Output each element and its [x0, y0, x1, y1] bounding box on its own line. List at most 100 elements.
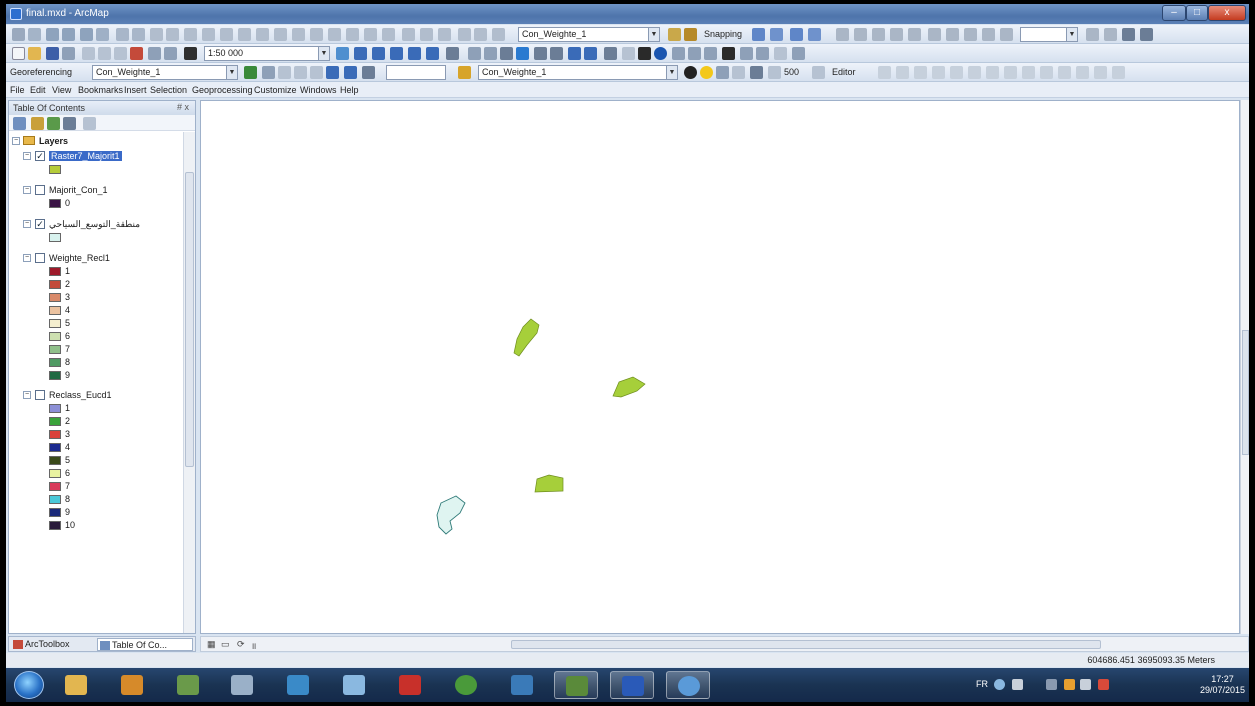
tool-icon[interactable] — [310, 28, 323, 41]
refresh-icon[interactable]: ⟳ — [237, 639, 245, 650]
toc-window-icon[interactable] — [354, 47, 367, 60]
tool-icon[interactable] — [438, 28, 451, 41]
legend-class[interactable]: 2 — [9, 278, 179, 292]
layer-visibility-checkbox[interactable] — [35, 185, 45, 195]
layer-visibility-checkbox[interactable]: ✓ — [35, 151, 45, 161]
open-folder-icon[interactable] — [28, 47, 41, 60]
edit-tool-icon[interactable] — [1112, 66, 1125, 79]
georeferencing-menu[interactable]: Georeferencing — [10, 67, 72, 77]
edit-tool-icon[interactable] — [878, 66, 891, 79]
tool-icon[interactable] — [908, 28, 921, 41]
tool-icon[interactable] — [166, 28, 179, 41]
tool-icon[interactable] — [1000, 28, 1013, 41]
tool-icon[interactable] — [202, 28, 215, 41]
collapse-icon[interactable]: − — [23, 220, 31, 228]
start-button[interactable] — [14, 671, 44, 699]
image-analysis-icon[interactable] — [458, 66, 471, 79]
tool-icon[interactable] — [872, 28, 885, 41]
tool-icon[interactable] — [80, 28, 93, 41]
tool-icon[interactable] — [364, 28, 377, 41]
rotate-icon[interactable] — [362, 66, 375, 79]
tool-icon[interactable] — [12, 28, 25, 41]
flicker-rate-icon[interactable] — [768, 66, 781, 79]
menu-help[interactable]: Help — [340, 85, 359, 95]
georef-tool-icon[interactable] — [278, 66, 291, 79]
tool-icon[interactable] — [420, 28, 433, 41]
legend-class[interactable] — [9, 163, 179, 177]
copy-icon[interactable] — [98, 47, 111, 60]
collapse-icon[interactable]: − — [12, 137, 20, 145]
paste-icon[interactable] — [114, 47, 127, 60]
brightness-icon[interactable] — [700, 66, 713, 79]
transparency-icon[interactable] — [716, 66, 729, 79]
taskbar-app[interactable] — [332, 671, 376, 699]
snap-icon[interactable] — [770, 28, 783, 41]
legend-class[interactable]: 7 — [9, 343, 179, 357]
collapse-icon[interactable]: − — [23, 152, 31, 160]
legend-class[interactable]: 9 — [9, 506, 179, 520]
menu-edit[interactable]: Edit — [30, 85, 46, 95]
select-elements-icon[interactable] — [638, 47, 651, 60]
editor-menu[interactable]: Editor — [832, 67, 856, 77]
tool-icon[interactable] — [116, 28, 129, 41]
tool-icon[interactable] — [46, 28, 59, 41]
goto-xy-icon[interactable] — [756, 47, 769, 60]
layer-select-1[interactable]: Con_Weighte_1 ▼ — [518, 27, 660, 42]
snap-icon[interactable] — [808, 28, 821, 41]
link-table-icon[interactable] — [326, 66, 339, 79]
tool-icon[interactable] — [928, 28, 941, 41]
menu-file[interactable]: File — [10, 85, 25, 95]
tool-icon[interactable] — [238, 28, 251, 41]
tool-icon[interactable] — [346, 28, 359, 41]
zoom-out-icon[interactable] — [484, 47, 497, 60]
tray-icon[interactable] — [1012, 679, 1023, 690]
tool-icon[interactable] — [328, 28, 341, 41]
map-scale-select[interactable]: 1:50 000 ▼ — [204, 46, 330, 61]
legend-class[interactable]: 4 — [9, 304, 179, 318]
legend-class[interactable]: 5 — [9, 454, 179, 468]
collapse-icon[interactable]: − — [23, 254, 31, 262]
layer-majorit-con-1[interactable]: − Majorit_Con_1 — [9, 183, 179, 197]
collapse-icon[interactable]: − — [23, 186, 31, 194]
tool-icon[interactable] — [62, 28, 75, 41]
maximize-button[interactable]: □ — [1186, 5, 1208, 21]
editor-toolbar-icon[interactable] — [336, 47, 349, 60]
pause-drawing-icon[interactable]: ॥ — [251, 639, 256, 652]
snap-icon[interactable] — [752, 28, 765, 41]
print-icon[interactable] — [62, 47, 75, 60]
edit-tool-icon[interactable] — [1022, 66, 1035, 79]
tab-table-of-contents[interactable]: Table Of Co... — [97, 638, 193, 651]
taskbar-word[interactable] — [610, 671, 654, 699]
edit-tool-icon[interactable] — [932, 66, 945, 79]
edit-tool-icon[interactable] — [1094, 66, 1107, 79]
snapping-menu[interactable]: Snapping — [704, 29, 742, 39]
map-display[interactable] — [200, 100, 1240, 634]
forward-extent-icon[interactable] — [584, 47, 597, 60]
toc-window-controls[interactable]: # x — [177, 102, 189, 112]
taskbar-app[interactable] — [500, 671, 544, 699]
tool-icon[interactable] — [220, 28, 233, 41]
tool-icon[interactable] — [382, 28, 395, 41]
list-by-drawing-order-icon[interactable] — [13, 117, 26, 130]
identify-icon[interactable] — [654, 47, 667, 60]
data-view-icon[interactable]: ▦ — [207, 639, 216, 650]
menu-geoprocessing[interactable]: Geoprocessing — [192, 85, 253, 95]
zoom-in-icon[interactable] — [468, 47, 481, 60]
hyperlink-icon[interactable] — [672, 47, 685, 60]
list-by-source-icon[interactable] — [31, 117, 44, 130]
clock[interactable]: 17:27 29/07/2015 — [1200, 674, 1245, 696]
catalog-window-icon[interactable] — [372, 47, 385, 60]
suitable-area-polygon[interactable] — [534, 474, 564, 493]
layer-visibility-checkbox[interactable]: ✓ — [35, 219, 45, 229]
measure-tool-icon[interactable] — [812, 66, 825, 79]
network-icon[interactable] — [1064, 679, 1075, 690]
georef-value-input[interactable] — [386, 65, 446, 80]
cut-icon[interactable] — [82, 47, 95, 60]
map-vertical-scroll-thumb[interactable] — [1242, 330, 1249, 455]
taskbar-pdf[interactable] — [388, 671, 432, 699]
layer-visibility-checkbox[interactable] — [35, 253, 45, 263]
help-icon[interactable] — [994, 679, 1005, 690]
options-icon[interactable] — [83, 117, 96, 130]
layer-tourism-expansion-zone[interactable]: − ✓ منطقة_التوسع_السياحي — [9, 217, 179, 231]
new-document-icon[interactable] — [12, 47, 25, 60]
